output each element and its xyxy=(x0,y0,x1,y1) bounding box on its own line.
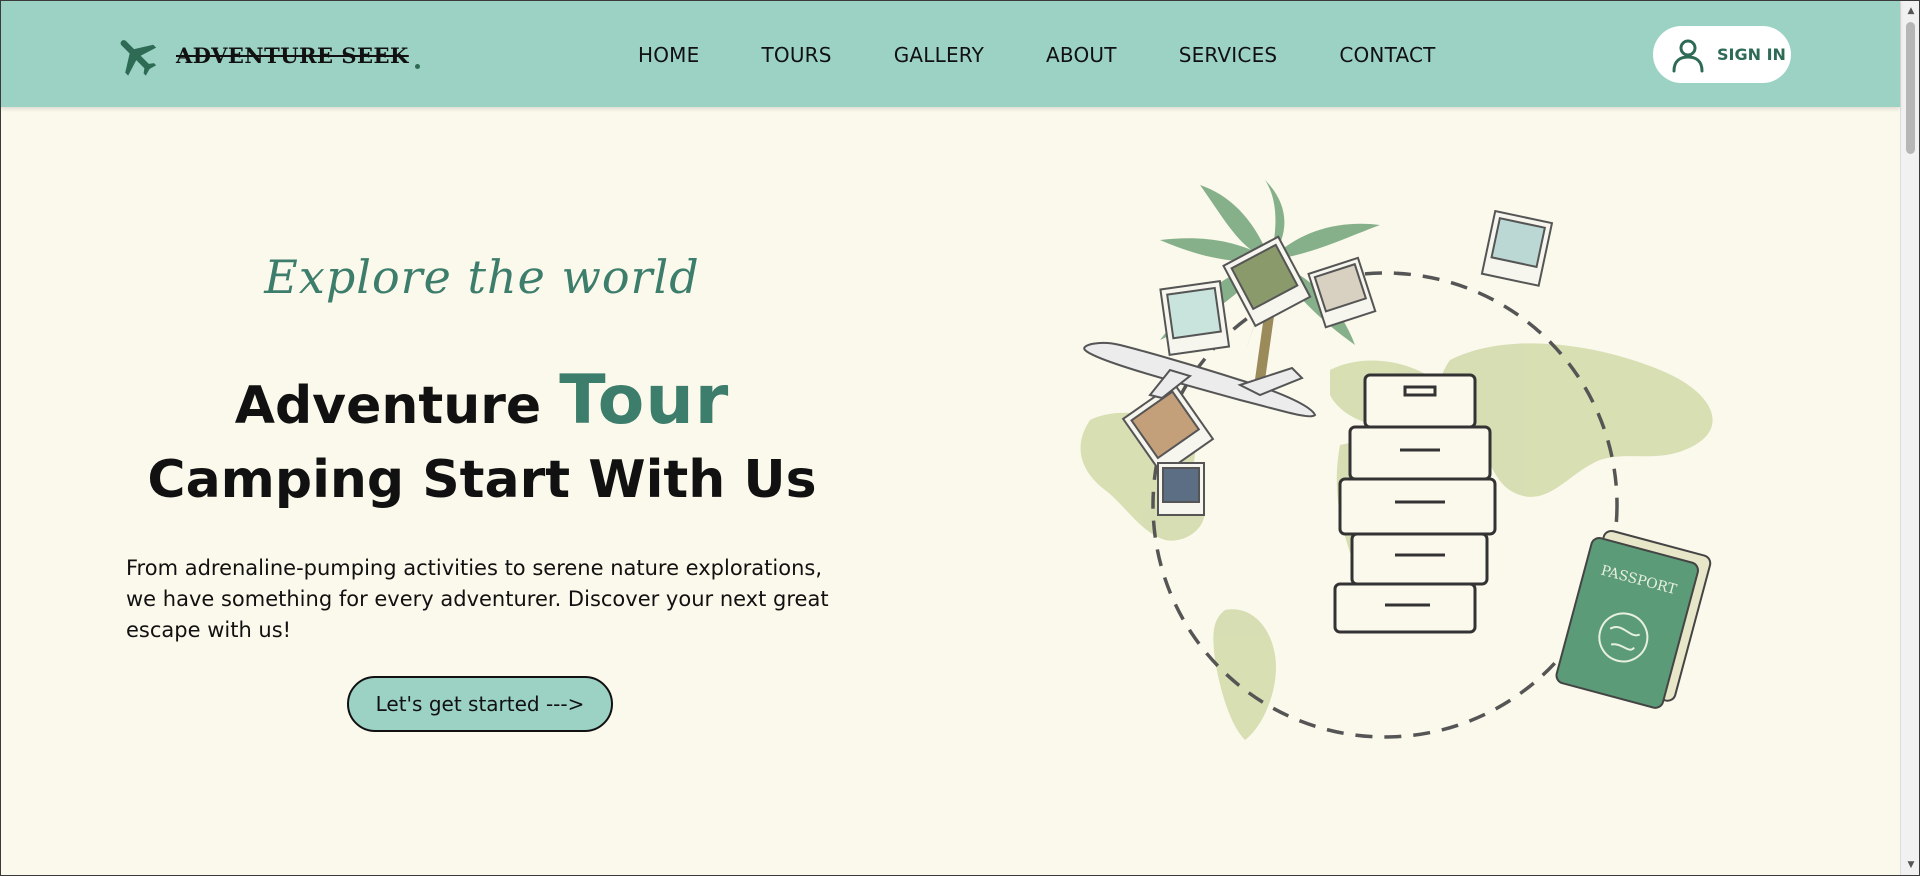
scrollbar-thumb[interactable] xyxy=(1906,22,1915,154)
nav-gallery[interactable]: GALLERY xyxy=(894,43,984,67)
logo-dot xyxy=(414,63,420,69)
scroll-down-arrow-icon[interactable]: ▼ xyxy=(1901,856,1920,874)
hero-tagline: Explore the world xyxy=(264,250,700,304)
user-icon xyxy=(1672,39,1704,72)
nav-services[interactable]: SERVICES xyxy=(1179,43,1278,67)
scroll-up-arrow-icon[interactable]: ▲ xyxy=(1901,2,1920,20)
hero-title-prefix: Adventure xyxy=(234,376,542,436)
illustration-airplane xyxy=(1083,341,1317,418)
sign-in-label: SIGN IN xyxy=(1717,45,1786,64)
hero-title-line1: Adventure Tour xyxy=(0,366,964,441)
logo[interactable]: ADVENTURE SEEK xyxy=(112,30,420,80)
sign-in-button[interactable]: SIGN IN xyxy=(1653,26,1791,83)
nav-tours[interactable]: TOURS xyxy=(761,43,831,67)
airplane-icon xyxy=(120,40,157,76)
nav-contact[interactable]: CONTACT xyxy=(1339,43,1435,67)
main-nav: HOME TOURS GALLERY ABOUT SERVICES CONTAC… xyxy=(638,40,1436,70)
vertical-scrollbar[interactable]: ▲ ▼ xyxy=(1900,0,1920,876)
nav-about[interactable]: ABOUT xyxy=(1046,43,1117,67)
nav-home[interactable]: HOME xyxy=(638,43,699,67)
passport: PASSPORT xyxy=(1555,529,1712,709)
hero-title-line2: Camping Start With Us xyxy=(147,450,817,510)
site-header: ADVENTURE SEEK HOME TOURS GALLERY ABOUT … xyxy=(0,0,1900,107)
logo-text: ADVENTURE SEEK xyxy=(176,42,409,68)
get-started-button[interactable]: Let's get started ---> xyxy=(347,676,613,732)
hero-description: From adrenaline-pumping activities to se… xyxy=(126,556,829,642)
hero-title-accent: Tour xyxy=(559,361,730,440)
travel-illustration: PASSPORT xyxy=(1080,180,1713,740)
